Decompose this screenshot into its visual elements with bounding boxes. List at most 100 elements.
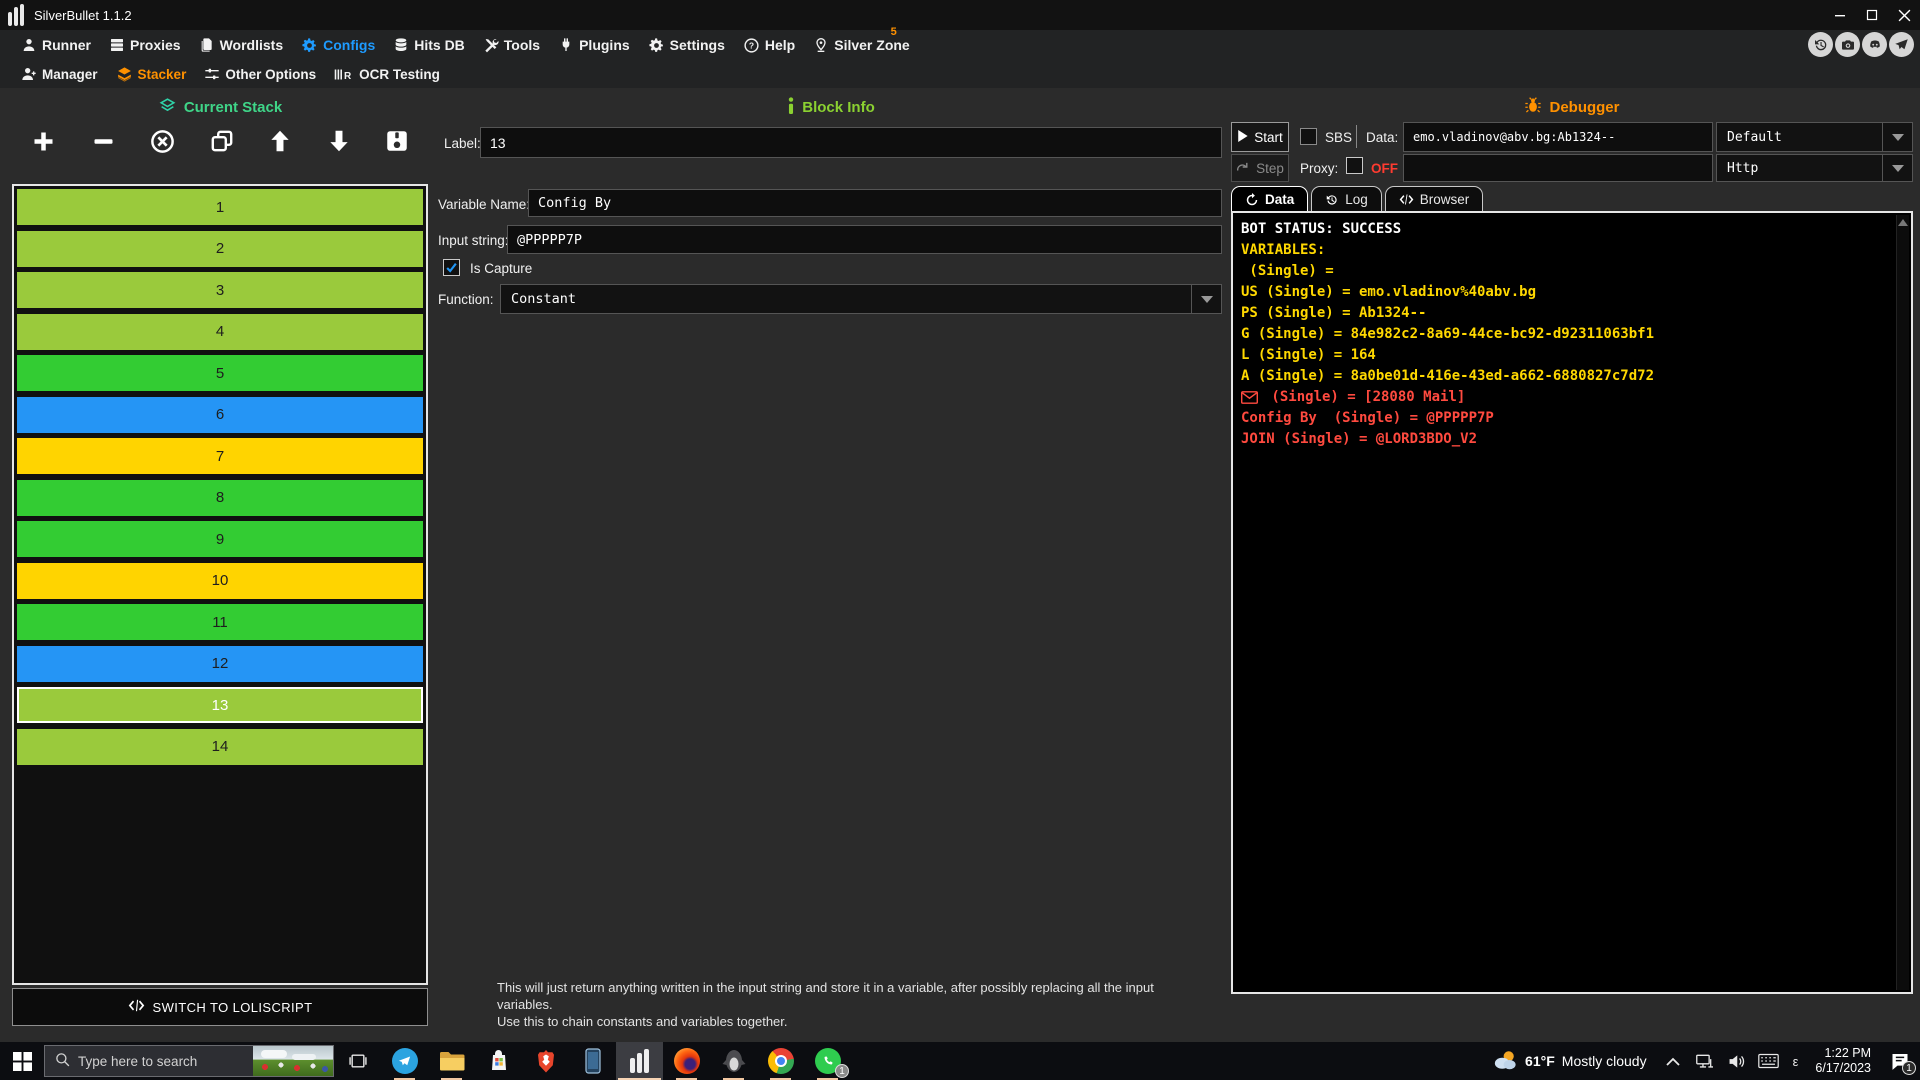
stack-block-14[interactable]: 14 bbox=[17, 729, 423, 765]
history-icon-button[interactable] bbox=[1808, 32, 1833, 57]
store-taskbar-icon[interactable] bbox=[475, 1042, 522, 1080]
menu-item-silver-zone[interactable]: Silver Zone5 bbox=[804, 37, 918, 53]
taskbar-search-input[interactable]: Type here to search bbox=[44, 1045, 334, 1077]
telegram-icon-button[interactable] bbox=[1889, 32, 1914, 57]
stack-block-11[interactable]: 11 bbox=[17, 604, 423, 640]
wordlist-type-value: Default bbox=[1717, 130, 1882, 145]
move-down-button[interactable] bbox=[326, 128, 352, 154]
search-highlight-image[interactable] bbox=[253, 1046, 333, 1076]
save-button[interactable] bbox=[384, 128, 410, 154]
touch-keyboard-icon[interactable] bbox=[1756, 1042, 1782, 1080]
menu-item-manager[interactable]: Manager bbox=[12, 66, 107, 82]
minimize-button[interactable] bbox=[1824, 0, 1856, 30]
function-dropdown[interactable]: Constant bbox=[500, 284, 1222, 314]
start-menu-button[interactable] bbox=[0, 1042, 44, 1080]
stack-block-3[interactable]: 3 bbox=[17, 272, 423, 308]
console-line-text: US (Single) = emo.vladinov%40abv.bg bbox=[1241, 282, 1536, 303]
tab-log[interactable]: Log bbox=[1311, 186, 1382, 212]
task-view-button[interactable] bbox=[334, 1042, 381, 1080]
proxy-caption: Proxy: bbox=[1300, 161, 1338, 176]
stack-block-12[interactable]: 12 bbox=[17, 646, 423, 682]
variable-name-input[interactable] bbox=[528, 189, 1222, 217]
penguin-taskbar-icon[interactable] bbox=[710, 1042, 757, 1080]
input-string-input[interactable] bbox=[507, 225, 1222, 254]
menu-item-runner[interactable]: Runner bbox=[12, 37, 100, 53]
discord-icon-button[interactable] bbox=[1862, 32, 1887, 57]
search-placeholder: Type here to search bbox=[78, 1054, 197, 1069]
explorer-taskbar-icon[interactable] bbox=[428, 1042, 475, 1080]
step-button[interactable]: Step bbox=[1231, 154, 1289, 182]
menu-item-label: Runner bbox=[42, 37, 91, 53]
phone-taskbar-icon[interactable] bbox=[569, 1042, 616, 1080]
tab-data[interactable]: Data bbox=[1231, 186, 1308, 212]
block-label: 10 bbox=[212, 572, 229, 589]
tab-label: Data bbox=[1265, 192, 1294, 207]
tray-chevron-up-icon[interactable] bbox=[1660, 1042, 1686, 1080]
proxy-input[interactable] bbox=[1403, 154, 1713, 182]
data-input[interactable] bbox=[1403, 122, 1713, 152]
stack-block-2[interactable]: 2 bbox=[17, 231, 423, 267]
close-button[interactable] bbox=[1888, 0, 1920, 30]
menu-item-stacker[interactable]: Stacker bbox=[107, 66, 196, 83]
stack-block-5[interactable]: 5 bbox=[17, 355, 423, 391]
switch-to-loliscript-button[interactable]: SWITCH TO LOLISCRIPT bbox=[12, 988, 428, 1026]
whatsapp-taskbar-icon[interactable]: 1 bbox=[804, 1042, 851, 1080]
console-line-text: PS (Single) = Ab1324-- bbox=[1241, 303, 1426, 324]
stack-block-4[interactable]: 4 bbox=[17, 314, 423, 350]
start-button[interactable]: Start bbox=[1231, 122, 1289, 152]
remove-button[interactable] bbox=[90, 128, 117, 155]
current-stack-title: Current Stack bbox=[184, 99, 282, 116]
menu-item-plugins[interactable]: Plugins bbox=[549, 37, 639, 53]
menu-item-settings[interactable]: Settings bbox=[639, 37, 734, 54]
stack-block-1[interactable]: 1 bbox=[17, 189, 423, 225]
volume-icon[interactable] bbox=[1724, 1042, 1750, 1080]
clear-button[interactable] bbox=[149, 128, 176, 155]
proxy-type-dropdown[interactable]: Http bbox=[1716, 154, 1913, 182]
menu-item-help[interactable]: ?Help bbox=[734, 37, 804, 54]
stack-block-6[interactable]: 6 bbox=[17, 397, 423, 433]
menu-item-label: Configs bbox=[323, 37, 375, 53]
move-up-button[interactable] bbox=[267, 128, 293, 154]
label-input[interactable] bbox=[480, 127, 1222, 158]
menu-item-hits-db[interactable]: Hits DB bbox=[384, 37, 474, 53]
maximize-button[interactable] bbox=[1856, 0, 1888, 30]
help-icon: ? bbox=[743, 37, 760, 54]
add-button[interactable] bbox=[30, 128, 57, 155]
telegram-taskbar-icon[interactable] bbox=[381, 1042, 428, 1080]
stack-block-10[interactable]: 10 bbox=[17, 563, 423, 599]
is-capture-checkbox[interactable] bbox=[443, 259, 460, 276]
notification-center-button[interactable]: 1 bbox=[1880, 1042, 1920, 1080]
silverbullet-taskbar-icon[interactable] bbox=[616, 1042, 663, 1080]
weather-widget[interactable]: 61°F Mostly cloudy bbox=[1482, 1048, 1657, 1075]
stack-panel: 1234567891011121314 bbox=[12, 184, 428, 985]
menu-item-wordlists[interactable]: Wordlists bbox=[190, 37, 293, 53]
block-label: 6 bbox=[216, 406, 224, 423]
console-scrollbar[interactable] bbox=[1896, 215, 1909, 990]
menu-item-proxies[interactable]: Proxies bbox=[100, 37, 190, 53]
stack-block-9[interactable]: 9 bbox=[17, 521, 423, 557]
language-indicator[interactable]: ε bbox=[1785, 1054, 1807, 1069]
network-icon[interactable] bbox=[1692, 1042, 1718, 1080]
camera-icon-button[interactable] bbox=[1835, 32, 1860, 57]
tab-browser[interactable]: Browser bbox=[1385, 186, 1484, 212]
taskbar-clock[interactable]: 1:22 PM 6/17/2023 bbox=[1806, 1046, 1880, 1076]
duplicate-button[interactable] bbox=[209, 128, 235, 154]
stack-block-13[interactable]: 13 bbox=[17, 687, 423, 723]
menu-item-ocr-testing[interactable]: ROCR Testing bbox=[325, 67, 449, 82]
stack-block-8[interactable]: 8 bbox=[17, 480, 423, 516]
sbs-checkbox[interactable] bbox=[1300, 128, 1317, 145]
menu-item-tools[interactable]: Tools bbox=[474, 37, 549, 53]
wordlist-type-dropdown[interactable]: Default bbox=[1716, 122, 1913, 152]
brave-taskbar-icon[interactable] bbox=[522, 1042, 569, 1080]
menu-item-configs[interactable]: Configs bbox=[292, 37, 384, 54]
chrome-taskbar-icon[interactable] bbox=[757, 1042, 804, 1080]
scroll-up-icon[interactable] bbox=[1898, 219, 1908, 226]
menu-item-label: Hits DB bbox=[414, 37, 465, 53]
block-info-title: Block Info bbox=[802, 99, 875, 116]
menu-item-other-options[interactable]: Other Options bbox=[195, 66, 325, 82]
firefox-taskbar-icon[interactable] bbox=[663, 1042, 710, 1080]
stack-block-7[interactable]: 7 bbox=[17, 438, 423, 474]
chevron-down-icon bbox=[1882, 123, 1912, 151]
proxy-checkbox[interactable] bbox=[1346, 157, 1363, 174]
tab-label: Log bbox=[1345, 192, 1368, 207]
